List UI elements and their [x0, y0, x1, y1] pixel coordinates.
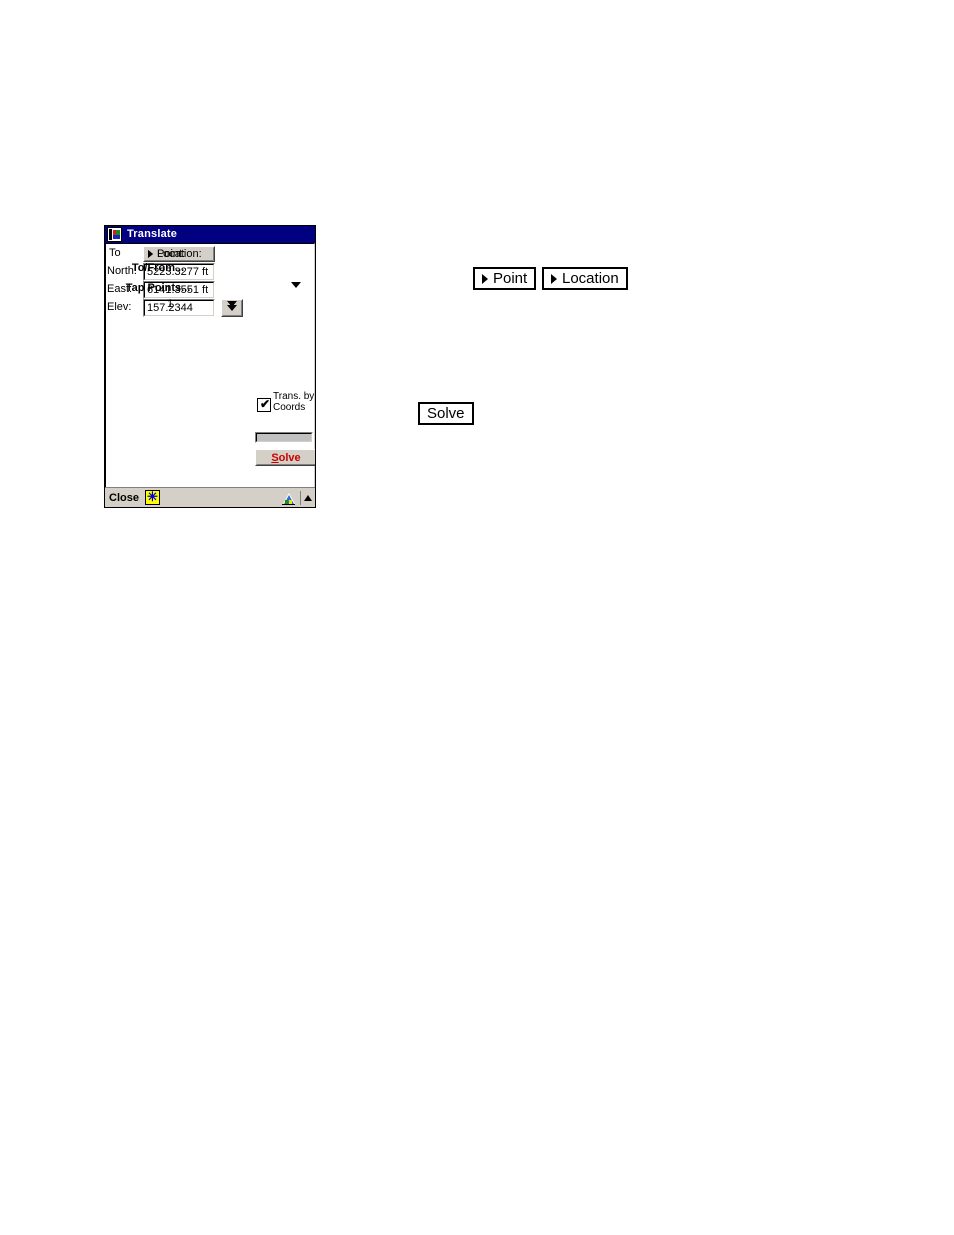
chevron-down-icon [227, 305, 237, 311]
window-client-area: 4 points selected To/From... Tap Points.… [105, 243, 315, 507]
arrow-right-icon [148, 250, 153, 258]
solve-button-label: olve [278, 451, 301, 464]
elev-label: Elev: [107, 301, 132, 313]
translate-window: Translate 4 points selected To/From... T… [104, 225, 316, 508]
status-bar: Close ✳ [105, 487, 315, 507]
progress-bar [255, 432, 313, 443]
chevron-down-icon [291, 282, 301, 288]
east-value: 6141.3551 ft [147, 284, 209, 296]
star-icon: ✳ [147, 489, 158, 504]
trans-by-coords-label: Trans. by Coords [273, 391, 315, 413]
status-bar-right [282, 488, 315, 507]
north-input[interactable]: 5223.3277 ft [143, 263, 215, 281]
callout-solve: Solve [418, 402, 474, 425]
close-button[interactable]: Close [109, 492, 139, 504]
to-group-label: To [109, 247, 121, 259]
arrow-right-icon [551, 273, 557, 284]
total-station-icon[interactable] [282, 490, 297, 505]
window-title: Translate [127, 228, 178, 240]
to-mode-label: Location: [157, 248, 202, 260]
callout-solve-label: Solve [427, 405, 465, 422]
window-titlebar: Translate [105, 226, 315, 243]
callout-location: Location [542, 267, 628, 290]
status-bar-divider [300, 490, 301, 505]
arrow-right-icon [482, 273, 488, 284]
solve-button[interactable]: Solve [255, 449, 315, 466]
star-icon-button[interactable]: ✳ [144, 489, 160, 505]
east-input[interactable]: 6141.3551 ft [143, 281, 215, 299]
trans-by-coords-checkbox[interactable]: ✔ [257, 398, 271, 412]
checkmark-icon: ✔ [260, 397, 271, 411]
solve-accel-letter: S [271, 451, 279, 464]
north-value: 5223.3277 ft [147, 266, 209, 278]
elev-input[interactable]: 157.2344 [143, 299, 215, 317]
callout-point-label: Point [493, 270, 528, 287]
callout-point: Point [473, 267, 537, 290]
app-icon [107, 227, 122, 242]
callout-location-label: Location [562, 270, 619, 287]
to-mode-button[interactable]: Location: [143, 246, 215, 262]
elev-value: 157.2344 [147, 302, 193, 314]
to-group: To Location: North: 5223.3277 ft East: 6… [105, 243, 315, 507]
scroll-up-arrow-icon[interactable] [304, 494, 312, 501]
